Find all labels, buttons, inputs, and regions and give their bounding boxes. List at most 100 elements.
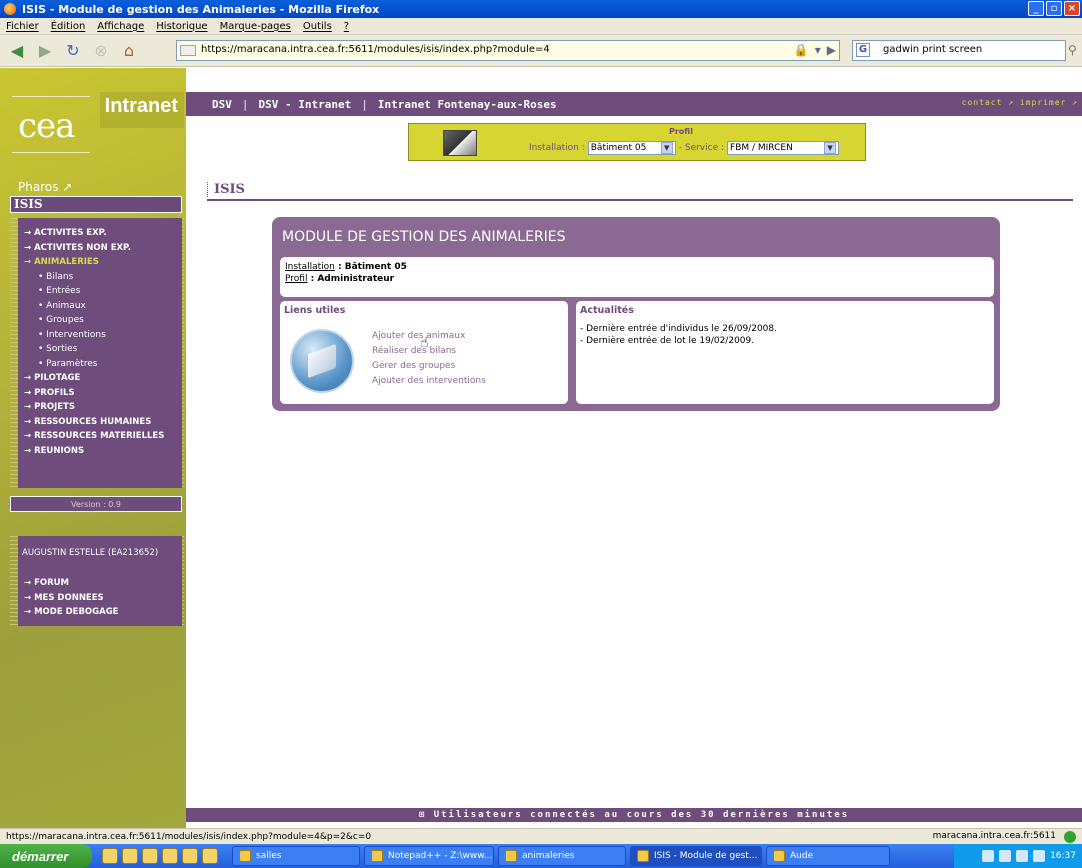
quicklaunch-icon[interactable]: [142, 848, 158, 864]
installation-info-value: : Bâtiment 05: [334, 262, 407, 272]
quicklaunch-icon[interactable]: [202, 848, 218, 864]
header-utility-links[interactable]: contact ↗ imprimer ↗: [962, 98, 1078, 107]
sidebar-ruler: [10, 536, 18, 626]
go-icon[interactable]: ▶: [827, 43, 836, 57]
quicklaunch-icon[interactable]: [182, 848, 198, 864]
clock[interactable]: 16:37: [1050, 851, 1076, 861]
service-select[interactable]: FBM / MIRCEN ▼: [727, 141, 840, 155]
tray-icon[interactable]: [999, 850, 1012, 862]
close-button[interactable]: ×: [1064, 1, 1080, 16]
taskbar-item[interactable]: salles: [232, 846, 360, 866]
header-link-fontenay[interactable]: Intranet Fontenay-aux-Roses: [378, 98, 557, 111]
sidebar-item-mes-donnees[interactable]: → MES DONNEES: [18, 591, 182, 606]
link-realiser-bilans[interactable]: Réaliser des bilans: [372, 344, 486, 359]
profil-info: Profil : Administrateur: [285, 273, 989, 285]
sidebar-item-animaleries[interactable]: → ANIMALERIES: [18, 255, 182, 270]
menu-historique[interactable]: Historique: [156, 21, 207, 32]
sidebar-subitem-entrees[interactable]: • Entrées: [18, 284, 182, 299]
tray-icon[interactable]: [1016, 850, 1029, 862]
installation-select[interactable]: Bâtiment 05 ▼: [587, 141, 676, 155]
profil-box: Profil Installation : Bâtiment 05 ▼ - Se…: [408, 123, 866, 161]
installation-label: Installation :: [529, 143, 585, 153]
menu-outils[interactable]: Outils: [303, 21, 332, 32]
header-link-dsv-intranet[interactable]: DSV - Intranet: [259, 98, 352, 111]
sidebar-item-projets[interactable]: → PROJETS: [18, 400, 182, 415]
taskbar-item[interactable]: animaleries: [498, 846, 626, 866]
intranet-label[interactable]: Intranet: [100, 92, 184, 128]
sidebar-item-forum[interactable]: → FORUM: [18, 576, 182, 591]
padlock-icon: 🔒: [793, 43, 809, 57]
sidebar-subitem-sorties[interactable]: • Sorties: [18, 342, 182, 357]
menu-edition[interactable]: Édition: [51, 21, 86, 32]
menu-help[interactable]: ?: [344, 21, 349, 32]
sidebar-item-ressources-materielles[interactable]: → RESSOURCES MATERIELLES: [18, 429, 182, 444]
sidebar-subitem-groupes[interactable]: • Groupes: [18, 313, 182, 328]
firefox-icon: [4, 3, 16, 15]
search-text: gadwin print screen: [883, 44, 983, 55]
window-controls: _ ▫ ×: [1028, 1, 1080, 16]
liens-list: Ajouter des animaux Réaliser des bilans …: [372, 329, 486, 389]
tray-icon[interactable]: [982, 850, 995, 862]
menu-marque-pages[interactable]: Marque-pages: [220, 21, 291, 32]
chevron-down-icon[interactable]: ▼: [824, 142, 837, 154]
taskbar-item[interactable]: Notepad++ - Z:\www...: [364, 846, 494, 866]
navigation-toolbar: ◀ ▶ ↻ ⊗ ⌂ https://maracana.intra.cea.fr:…: [0, 35, 1082, 67]
url-bar[interactable]: https://maracana.intra.cea.fr:5611/modul…: [176, 40, 840, 61]
google-icon[interactable]: G: [856, 43, 870, 57]
taskbar-item[interactable]: Aude: [766, 846, 890, 866]
sidebar-item-mode-debogage[interactable]: → MODE DEBOGAGE: [18, 605, 182, 620]
header-link-dsv[interactable]: DSV: [212, 98, 232, 111]
menu-fichier[interactable]: Fichier: [6, 21, 39, 32]
tray-icon[interactable]: [1033, 850, 1046, 862]
home-icon[interactable]: ⌂: [118, 40, 140, 62]
module-panel: MODULE DE GESTION DES ANIMALERIES Instal…: [272, 217, 1000, 411]
profil-info-value: : Administrateur: [307, 274, 395, 284]
chevron-down-icon[interactable]: ▼: [660, 142, 673, 154]
sidebar-item-activites-non-exp[interactable]: → ACTIVITES NON EXP.: [18, 241, 182, 256]
sidebar-item-profils[interactable]: → PROFILS: [18, 386, 182, 401]
sidebar-item-pilotage[interactable]: → PILOTAGE: [18, 371, 182, 386]
site-identity-icon: [180, 45, 196, 56]
connected-users-bar[interactable]: ⊞ Utilisateurs connectés au cours des 30…: [186, 808, 1082, 822]
forward-arrow-icon[interactable]: ▶: [34, 40, 56, 62]
search-icon[interactable]: ⚲: [1068, 43, 1077, 57]
sidebar-subitem-interventions[interactable]: • Interventions: [18, 328, 182, 343]
minimize-button[interactable]: _: [1028, 1, 1044, 16]
sidebar-item-ressources-humaines[interactable]: → RESSOURCES HUMAINES: [18, 415, 182, 430]
installation-info-label: Installation: [285, 262, 335, 272]
pharos-link[interactable]: Pharos ↗: [18, 180, 72, 194]
actualites-list: - Dernière entrée d'individus le 26/09/2…: [580, 323, 777, 347]
reload-icon[interactable]: ↻: [62, 40, 84, 62]
status-url: https://maracana.intra.cea.fr:5611/modul…: [6, 831, 372, 842]
taskbar-item[interactable]: ISIS - Module de gest...: [630, 846, 762, 866]
firefox-icon: [637, 850, 649, 862]
link-ajouter-interventions[interactable]: Ajouter des interventions: [372, 374, 486, 389]
cea-logo: cea: [18, 106, 75, 146]
user-name: AUGUSTIN ESTELLE (EA213652): [22, 548, 159, 558]
menu-affichage[interactable]: Affichage: [97, 21, 144, 32]
link-ajouter-animaux[interactable]: Ajouter des animaux: [372, 329, 486, 344]
link-gerer-groupes[interactable]: Gérer des groupes: [372, 359, 486, 374]
quicklaunch-icon[interactable]: [122, 848, 138, 864]
sidebar-subitem-parametres[interactable]: • Paramètres: [18, 357, 182, 372]
quicklaunch-icon[interactable]: [102, 848, 118, 864]
header-separator: |: [241, 97, 249, 111]
sidebar-item-reunions[interactable]: → REUNIONS: [18, 444, 182, 459]
sidebar-subitem-animaux[interactable]: • Animaux: [18, 299, 182, 314]
quicklaunch-icon[interactable]: [162, 848, 178, 864]
folder-icon: [773, 850, 785, 862]
service-label: - Service :: [678, 143, 725, 153]
search-bar[interactable]: G gadwin print screen: [852, 40, 1066, 61]
back-arrow-icon[interactable]: ◀: [6, 40, 28, 62]
sidebar-item-activites-exp[interactable]: → ACTIVITES EXP.: [18, 226, 182, 241]
installation-select-value: Bâtiment 05: [590, 143, 647, 153]
stop-icon[interactable]: ⊗: [90, 40, 112, 62]
page-title: ISIS: [207, 182, 245, 197]
sidebar-subitem-bilans[interactable]: • Bilans: [18, 270, 182, 285]
dropdown-icon[interactable]: ▾: [815, 43, 821, 57]
maximize-button[interactable]: ▫: [1046, 1, 1062, 16]
actualite-item: - Dernière entrée de lot le 19/02/2009.: [580, 336, 755, 346]
url-text: https://maracana.intra.cea.fr:5611/modul…: [201, 44, 550, 55]
taskbar-item-label: Notepad++ - Z:\www...: [388, 851, 493, 861]
start-button[interactable]: démarrer: [0, 844, 92, 868]
